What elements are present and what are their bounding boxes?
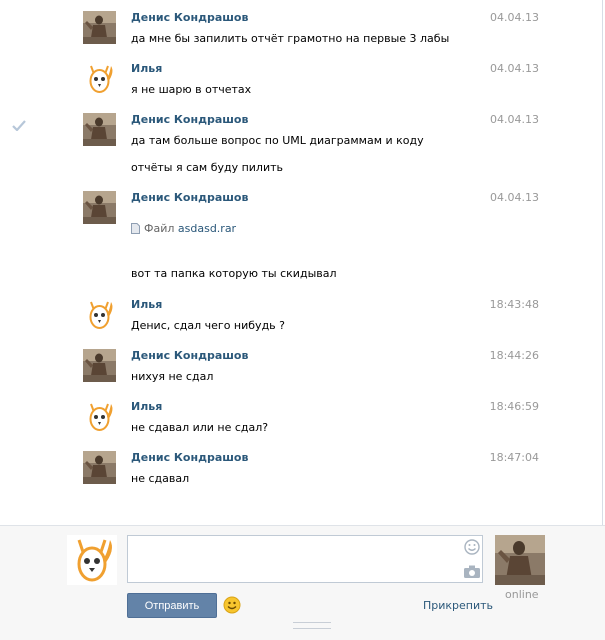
message-row: Денис Кондрашов 04.04.13 вот та папка ко… — [0, 191, 600, 281]
emoji-picker-icon[interactable] — [223, 596, 241, 614]
avatar[interactable] — [83, 451, 116, 484]
file-attachment[interactable]: Файл asdasd.rar — [131, 222, 236, 235]
message-text: вот та папка которую ты скидывал — [131, 267, 337, 280]
message-row: Илья 04.04.13 я не шарю в отчетах — [0, 62, 600, 102]
message-row: Денис Кондрашов 04.04.13 да мне бы запил… — [0, 11, 600, 51]
avatar[interactable] — [83, 349, 116, 382]
message-text: отчёты я сам буду пилить — [131, 161, 284, 174]
message-author[interactable]: Денис Кондрашов — [131, 113, 248, 126]
message-date[interactable]: 04.04.13 — [490, 62, 539, 75]
message-date[interactable]: 04.04.13 — [490, 11, 539, 24]
avatar[interactable] — [83, 191, 116, 224]
message-text: нихуя не сдал — [131, 370, 214, 383]
contact-avatar[interactable] — [495, 535, 545, 585]
message-row: Денис Кондрашов 04.04.13 да там больше в… — [0, 113, 600, 179]
avatar[interactable] — [83, 400, 116, 433]
avatar[interactable] — [83, 62, 116, 95]
file-label: Файл — [144, 222, 175, 235]
message-text: не сдавал — [131, 472, 190, 485]
message-row: Денис Кондрашов 18:47:04 не сдавал — [0, 451, 600, 491]
message-text: да мне бы запилить отчёт грамотно на пер… — [131, 32, 450, 45]
message-author[interactable]: Илья — [131, 62, 162, 75]
message-date[interactable]: 18:47:04 — [490, 451, 539, 464]
message-text: да там больше вопрос по UML диаграммам и… — [131, 134, 424, 147]
smiley-icon[interactable] — [464, 539, 480, 555]
document-icon — [131, 223, 140, 234]
message-author[interactable]: Денис Кондрашов — [131, 11, 248, 24]
history-right-border — [602, 0, 603, 525]
message-row: Денис Кондрашов 18:44:26 нихуя не сдал — [0, 349, 600, 389]
message-author[interactable]: Денис Кондрашов — [131, 349, 248, 362]
message-author[interactable]: Илья — [131, 400, 162, 413]
resize-grip[interactable] — [293, 622, 331, 629]
message-date[interactable]: 04.04.13 — [490, 191, 539, 204]
message-date[interactable]: 04.04.13 — [490, 113, 539, 126]
attach-link[interactable]: Прикрепить — [423, 599, 493, 612]
camera-icon[interactable] — [464, 565, 480, 578]
file-name[interactable]: asdasd.rar — [178, 222, 236, 235]
message-date[interactable]: 18:43:48 — [490, 298, 539, 311]
message-input[interactable] — [127, 535, 483, 583]
online-status: online — [505, 588, 539, 601]
avatar[interactable] — [83, 113, 116, 146]
message-row: Илья 18:46:59 не сдавал или не сдал? — [0, 400, 600, 440]
my-avatar[interactable] — [67, 535, 117, 585]
message-date[interactable]: 18:44:26 — [490, 349, 539, 362]
message-composer: online Отправить Прикрепить — [0, 525, 605, 640]
message-author[interactable]: Илья — [131, 298, 162, 311]
avatar[interactable] — [83, 11, 116, 44]
send-button[interactable]: Отправить — [127, 593, 217, 618]
message-date[interactable]: 18:46:59 — [490, 400, 539, 413]
message-text: не сдавал или не сдал? — [131, 421, 269, 434]
message-author[interactable]: Денис Кондрашов — [131, 191, 248, 204]
avatar[interactable] — [83, 298, 116, 331]
message-text: Денис, сдал чего нибудь ? — [131, 319, 285, 332]
message-text: я не шарю в отчетах — [131, 83, 252, 96]
message-author[interactable]: Денис Кондрашов — [131, 451, 248, 464]
message-row: Илья 18:43:48 Денис, сдал чего нибудь ? — [0, 298, 600, 338]
